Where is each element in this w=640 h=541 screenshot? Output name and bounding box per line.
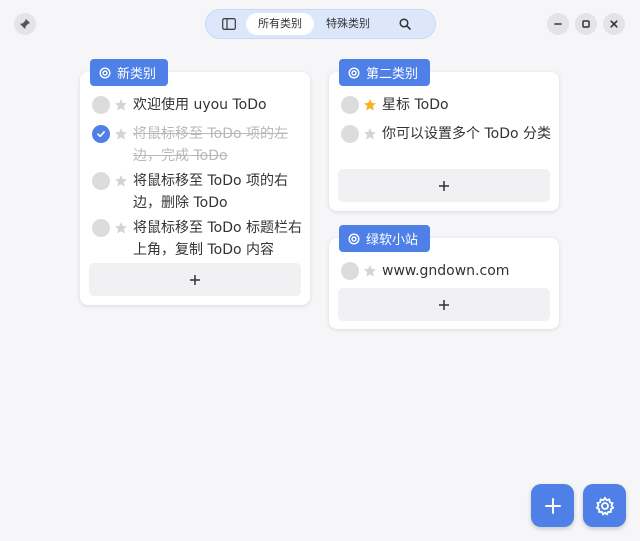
todo-text[interactable]: 将鼠标移至 ToDo 项的左边，完成 ToDo	[133, 123, 302, 167]
star-icon[interactable]	[114, 174, 128, 188]
todo-text[interactable]: www.gndown.com	[382, 260, 509, 282]
star-icon[interactable]	[114, 98, 128, 112]
category-icon	[348, 66, 360, 79]
complete-toggle[interactable]	[92, 219, 110, 237]
todo-text[interactable]: 将鼠标移至 ToDo 项的右边，删除 ToDo	[133, 170, 302, 214]
complete-toggle[interactable]	[92, 96, 110, 114]
sidebar-toggle-button[interactable]	[212, 12, 246, 36]
todo-item: 星标 ToDo	[341, 94, 551, 116]
maximize-button[interactable]	[575, 13, 597, 35]
search-button[interactable]	[388, 12, 422, 36]
pin-icon	[20, 19, 30, 29]
minimize-button[interactable]	[547, 13, 569, 35]
tab-special-categories[interactable]: 特殊类别	[314, 13, 382, 35]
category-title[interactable]: 新类别	[90, 59, 169, 86]
todo-text[interactable]: 星标 ToDo	[382, 94, 449, 116]
todo-item: www.gndown.com	[341, 260, 551, 282]
todo-item: 将鼠标移至 ToDo 标题栏右上角，复制 ToDo 内容	[92, 217, 302, 261]
category-icon	[348, 232, 360, 245]
star-icon[interactable]	[363, 264, 377, 278]
add-todo-button[interactable]	[89, 263, 301, 296]
plus-icon	[544, 497, 561, 514]
settings-icon	[595, 496, 614, 515]
close-icon	[610, 20, 618, 28]
category-title[interactable]: 绿软小站	[339, 225, 431, 252]
category-name: 第二类别	[366, 67, 419, 82]
settings-button[interactable]	[583, 484, 626, 527]
plus-icon	[190, 274, 200, 285]
star-icon[interactable]	[114, 127, 128, 141]
complete-toggle[interactable]	[92, 172, 110, 190]
category-icon	[99, 66, 111, 79]
category-card: 第二类别 星标 ToDo 你可以设置多个 ToDo 分类	[329, 59, 559, 211]
todo-item: 将鼠标移至 ToDo 项的右边，删除 ToDo	[92, 170, 302, 214]
star-icon[interactable]	[363, 98, 377, 112]
check-icon	[97, 131, 105, 138]
complete-toggle[interactable]	[341, 262, 359, 280]
close-button[interactable]	[603, 13, 625, 35]
sidebar-toggle-icon	[222, 18, 236, 30]
category-name: 新类别	[117, 67, 157, 82]
tab-all-categories[interactable]: 所有类别	[246, 13, 314, 35]
plus-icon	[439, 299, 449, 310]
add-category-button[interactable]	[531, 484, 574, 527]
add-todo-button[interactable]	[338, 288, 550, 321]
todo-text[interactable]: 你可以设置多个 ToDo 分类	[382, 123, 551, 145]
plus-icon	[439, 180, 449, 191]
todo-item: 你可以设置多个 ToDo 分类	[341, 123, 551, 145]
todo-item: 欢迎使用 uyou ToDo	[92, 94, 302, 116]
add-todo-button[interactable]	[338, 169, 550, 202]
complete-toggle[interactable]	[92, 125, 110, 143]
category-switcher: 所有类别 特殊类别	[205, 9, 436, 39]
minimize-icon	[554, 23, 562, 25]
pin-button[interactable]	[14, 13, 36, 35]
category-name: 绿软小站	[366, 233, 419, 248]
todo-text[interactable]: 将鼠标移至 ToDo 标题栏右上角，复制 ToDo 内容	[133, 217, 302, 261]
category-title[interactable]: 第二类别	[339, 59, 431, 86]
maximize-icon	[582, 20, 590, 28]
star-icon[interactable]	[114, 221, 128, 235]
search-icon	[399, 18, 411, 30]
todo-item: 将鼠标移至 ToDo 项的左边，完成 ToDo	[92, 123, 302, 167]
todo-text[interactable]: 欢迎使用 uyou ToDo	[133, 94, 267, 116]
complete-toggle[interactable]	[341, 125, 359, 143]
category-card: 新类别 欢迎使用 uyou ToDo 将鼠标移至 ToDo 项的左边，完成 To…	[80, 59, 310, 305]
category-card: 绿软小站 www.gndown.com	[329, 225, 559, 329]
star-icon[interactable]	[363, 127, 377, 141]
complete-toggle[interactable]	[341, 96, 359, 114]
